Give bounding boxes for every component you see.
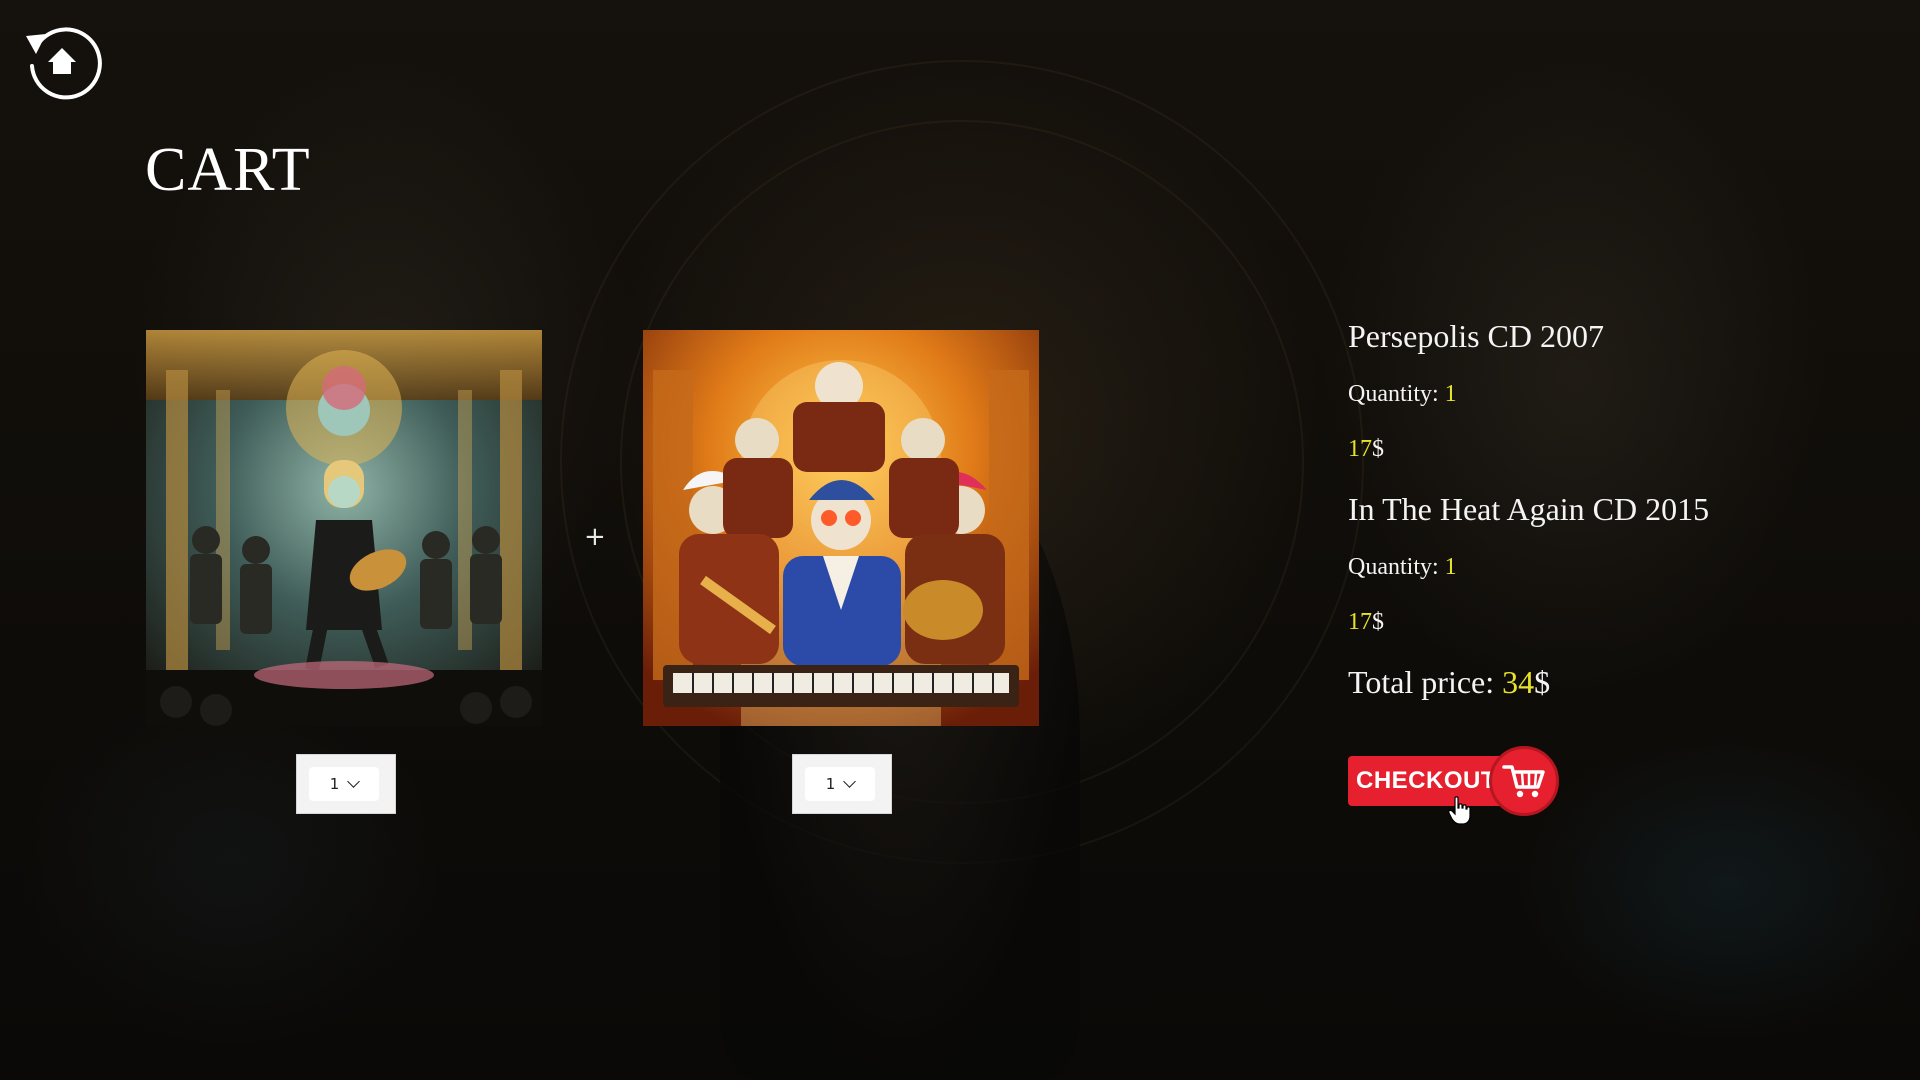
quantity-label: Quantity: bbox=[1348, 381, 1445, 407]
quantity-dropdown-value: 1 bbox=[329, 775, 340, 793]
quantity-value: 1 bbox=[1444, 554, 1457, 580]
price-currency: $ bbox=[1372, 609, 1384, 635]
page-title: CART bbox=[145, 136, 311, 204]
item-quantity: Quantity: 1 bbox=[1348, 381, 1888, 408]
item-separator-plus: + bbox=[584, 522, 606, 552]
album-cover-in-the-heat-again bbox=[643, 330, 1039, 726]
item-title: In The Heat Again CD 2015 bbox=[1348, 491, 1710, 527]
item-price: 17$ bbox=[1348, 609, 1888, 636]
item-title: Persepolis CD 2007 bbox=[1348, 318, 1604, 354]
chevron-down-icon bbox=[843, 775, 857, 788]
home-button[interactable] bbox=[22, 22, 102, 102]
album-cover-persepolis bbox=[146, 330, 542, 726]
home-back-icon bbox=[26, 27, 102, 100]
shopping-cart-icon bbox=[1489, 746, 1559, 816]
total-price: Total price: 34$ bbox=[1348, 664, 1888, 701]
price-currency: $ bbox=[1372, 436, 1384, 462]
hand-cursor-icon bbox=[1448, 796, 1471, 825]
quantity-dropdown-item-1[interactable]: 1 bbox=[309, 767, 379, 801]
price-value: 17 bbox=[1348, 436, 1372, 462]
quantity-selector-item-1: 1 bbox=[296, 754, 396, 814]
total-currency: $ bbox=[1534, 664, 1551, 700]
cart-summary: Persepolis CD 2007 Quantity: 1 17$ In Th… bbox=[1348, 318, 1888, 721]
quantity-value: 1 bbox=[1444, 381, 1457, 407]
chevron-down-icon bbox=[347, 775, 361, 788]
quantity-selector-item-2: 1 bbox=[792, 754, 892, 814]
item-price: 17$ bbox=[1348, 436, 1888, 463]
item-quantity: Quantity: 1 bbox=[1348, 554, 1888, 581]
cart-item-1: Persepolis CD 2007 Quantity: 1 17$ bbox=[1348, 318, 1888, 463]
cart-item-2: In The Heat Again CD 2015 Quantity: 1 17… bbox=[1348, 491, 1888, 636]
quantity-label: Quantity: bbox=[1348, 554, 1445, 580]
total-label: Total price: bbox=[1348, 664, 1503, 700]
quantity-dropdown-value: 1 bbox=[825, 775, 836, 793]
quantity-dropdown-item-2[interactable]: 1 bbox=[805, 767, 875, 801]
total-value: 34 bbox=[1502, 664, 1535, 700]
price-value: 17 bbox=[1348, 609, 1372, 635]
